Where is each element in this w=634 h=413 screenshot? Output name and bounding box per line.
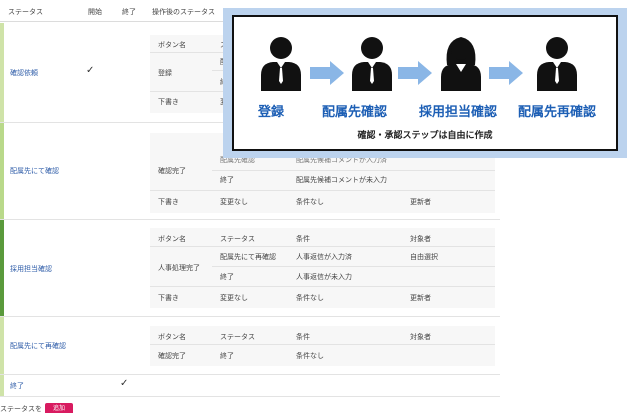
col-status: ステータス <box>220 333 255 341</box>
cell-condition: 配属先候補コメントが未入力 <box>296 176 387 184</box>
status-color-bar <box>0 123 4 219</box>
cell-condition: 人事返信が入力済 <box>296 253 352 261</box>
step-name: 採用担当確認 <box>419 105 498 120</box>
status-row-3: 採用担当確認 ボタン名 ステータス 条件 対象者 配属先にて再確認 人事返信が入… <box>0 220 500 317</box>
col-button-name: ボタン名 <box>158 235 186 243</box>
cell-condition: 条件なし <box>296 294 324 302</box>
male-person-icon <box>537 37 577 91</box>
cell-button-name: 人事処理完了 <box>158 264 200 272</box>
cell-status: 変更なし <box>220 294 248 302</box>
cell-button-name: 登録 <box>158 69 172 77</box>
status-row-4: 配属先にて再確認 ボタン名 ステータス 条件 対象者 確認完了 終了 条件なし <box>0 317 500 375</box>
add-status-button[interactable]: 追加 <box>45 403 73 413</box>
col-condition: 条件 <box>296 235 310 243</box>
header-start: 開始 <box>88 8 102 16</box>
cell-condition: 条件なし <box>296 352 324 360</box>
step-name: 登録 <box>258 105 285 120</box>
cell-status: 配属先にて再確認 <box>220 253 276 261</box>
cell-status: 終了 <box>220 352 234 360</box>
male-person-icon <box>352 37 392 91</box>
cell-target: 更新者 <box>410 294 431 302</box>
header-after-status: 操作後のステータス <box>152 8 215 16</box>
cell-condition: 人事返信が未入力 <box>296 273 352 281</box>
female-person-icon <box>441 37 481 91</box>
col-target: 対象者 <box>410 235 431 243</box>
cell-button-name: 下書き <box>158 98 179 106</box>
status-link[interactable]: 配属先にて確認 <box>10 166 59 176</box>
transition-table: ボタン名 ステータス 条件 対象者 配属先にて再確認 人事返信が入力済 自由選択… <box>150 228 495 308</box>
step-name: 配属先再確認 <box>518 105 597 120</box>
col-condition: 条件 <box>296 333 310 341</box>
cell-status: 変更なし <box>220 198 248 206</box>
cell-target: 自由選択 <box>410 253 438 261</box>
col-target: 対象者 <box>410 333 431 341</box>
arrow-right-icon <box>489 61 523 85</box>
status-color-bar <box>0 220 4 316</box>
cell-status: 終了 <box>220 273 234 281</box>
status-color-bar <box>0 317 4 374</box>
header-end: 終了 <box>122 8 136 16</box>
col-status: ステータス <box>220 235 255 243</box>
status-link[interactable]: 確認依頼 <box>10 68 38 78</box>
status-link[interactable]: 終了 <box>10 381 24 391</box>
cell-button-name: 確認完了 <box>158 167 186 175</box>
flow-panel: 登録 配属先確認 採用担当確認 配属先再確認 確認・承認ステップは自由に作成 <box>232 15 618 151</box>
cell-button-name: 下書き <box>158 198 179 206</box>
arrow-right-icon <box>310 61 344 85</box>
col-button-name: ボタン名 <box>158 41 186 49</box>
cell-button-name: 下書き <box>158 294 179 302</box>
start-check-icon: ✓ <box>86 65 95 76</box>
cell-target: 更新者 <box>410 198 431 206</box>
col-button-name: ボタン名 <box>158 333 186 341</box>
arrow-right-icon <box>398 61 432 85</box>
status-color-bar <box>0 375 4 396</box>
status-link[interactable]: 配属先にて再確認 <box>10 341 66 351</box>
status-row-5: 終了 ✓ <box>0 375 500 397</box>
flow-overlay: 登録 配属先確認 採用担当確認 配属先再確認 確認・承認ステップは自由に作成 <box>223 8 627 158</box>
status-color-bar <box>0 23 4 122</box>
flow-caption: 確認・承認ステップは自由に作成 <box>357 131 493 141</box>
cell-status: 終了 <box>220 176 234 184</box>
transition-table: ボタン名 ステータス 条件 対象者 確認完了 終了 条件なし <box>150 326 495 366</box>
male-person-icon <box>261 37 301 91</box>
cell-condition: 条件なし <box>296 198 324 206</box>
add-status-label: ステータスを <box>0 405 42 413</box>
header-status: ステータス <box>8 8 43 16</box>
end-check-icon: ✓ <box>120 378 129 389</box>
step-name: 配属先確認 <box>322 105 388 120</box>
status-link[interactable]: 採用担当確認 <box>10 264 52 274</box>
cell-button-name: 確認完了 <box>158 352 186 360</box>
